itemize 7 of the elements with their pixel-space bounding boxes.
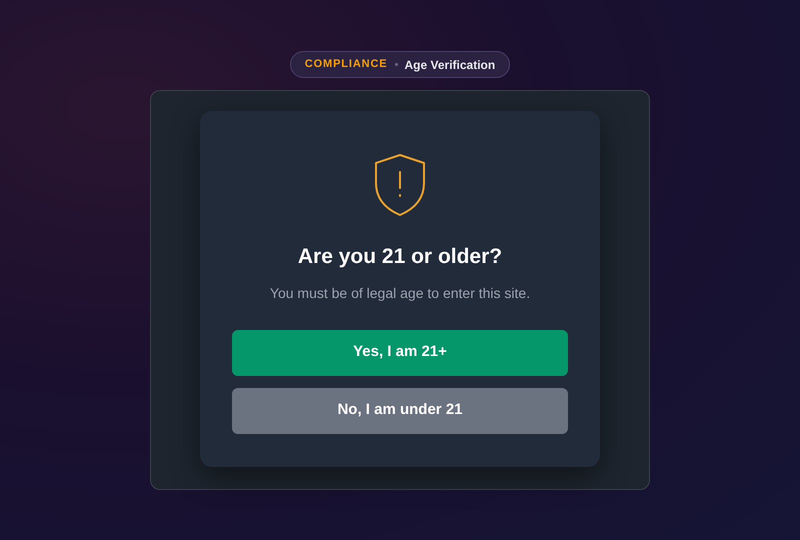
confirm-button[interactable]: Yes, I am 21+ (232, 330, 568, 376)
badge-title: Age Verification (404, 56, 496, 74)
dialog-message: You must be of legal age to enter this site. (270, 284, 530, 303)
shield-warning-icon (374, 153, 426, 217)
dialog-heading: Are you 21 or older? (298, 244, 502, 270)
decline-button[interactable]: No, I am under 21 (232, 388, 568, 434)
category-label: COMPLIANCE (304, 57, 388, 72)
